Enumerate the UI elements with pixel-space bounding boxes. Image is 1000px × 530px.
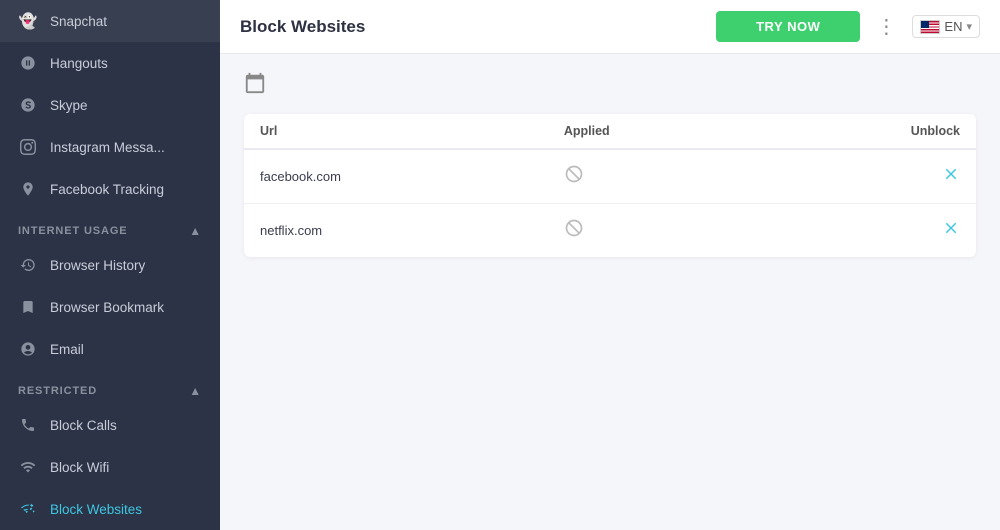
table-row: facebook.com — [244, 149, 976, 204]
sidebar-label-skype: Skype — [50, 98, 88, 113]
restricted-section-header: RESTRICTED ▲ — [0, 374, 220, 404]
unblock-button[interactable] — [942, 222, 960, 241]
chevron-down-icon: ▾ — [966, 20, 972, 33]
restricted-label: RESTRICTED — [18, 385, 97, 397]
sidebar-item-browser-bookmark[interactable]: Browser Bookmark — [0, 286, 220, 328]
sidebar-item-block-calls[interactable]: Block Calls — [0, 404, 220, 446]
sidebar-label-block-websites: Block Websites — [50, 502, 142, 517]
topbar: Block Websites TRY NOW ⋮ EN ▾ — [220, 0, 1000, 54]
page-title: Block Websites — [240, 17, 704, 37]
sidebar-label-snapchat: Snapchat — [50, 14, 107, 29]
internet-usage-section-header: INTERNET USAGE ▲ — [0, 214, 220, 244]
snapchat-icon: 👻 — [18, 11, 38, 31]
main-content: Block Websites TRY NOW ⋮ EN ▾ Url Applie… — [220, 0, 1000, 530]
blocked-websites-table: Url Applied Unblock facebook.comnetflix.… — [244, 114, 976, 257]
sidebar-label-block-wifi: Block Wifi — [50, 460, 109, 475]
sidebar-item-email[interactable]: Email — [0, 328, 220, 370]
content-area: Url Applied Unblock facebook.comnetflix.… — [220, 54, 1000, 530]
more-options-button[interactable]: ⋮ — [872, 14, 900, 39]
unblock-button[interactable] — [942, 168, 960, 187]
sidebar-label-instagram: Instagram Messa... — [50, 140, 165, 155]
email-icon — [18, 339, 38, 359]
sidebar-item-skype[interactable]: Skype — [0, 84, 220, 126]
instagram-icon — [18, 137, 38, 157]
browser-bookmark-icon — [18, 297, 38, 317]
sidebar-label-browser-bookmark: Browser Bookmark — [50, 300, 164, 315]
calendar-icon[interactable] — [244, 77, 266, 99]
sidebar-label-hangouts: Hangouts — [50, 56, 108, 71]
col-unblock-header: Unblock — [757, 114, 976, 149]
calendar-icon-row — [244, 72, 976, 100]
col-url-header: Url — [244, 114, 548, 149]
language-label: EN — [944, 19, 962, 34]
sidebar-item-block-websites[interactable]: Block Websites — [0, 488, 220, 530]
try-now-button[interactable]: TRY NOW — [716, 11, 860, 42]
sidebar-item-snapchat[interactable]: 👻 Snapchat — [0, 0, 220, 42]
sidebar-item-facebook-tracking[interactable]: Facebook Tracking — [0, 168, 220, 210]
facebook-tracking-icon — [18, 179, 38, 199]
language-selector[interactable]: EN ▾ — [912, 15, 980, 38]
table-body: facebook.comnetflix.com — [244, 149, 976, 257]
sidebar-item-instagram[interactable]: Instagram Messa... — [0, 126, 220, 168]
sidebar-label-facebook-tracking: Facebook Tracking — [50, 182, 164, 197]
sidebar-label-browser-history: Browser History — [50, 258, 145, 273]
internet-usage-chevron[interactable]: ▲ — [189, 224, 202, 238]
sidebar-item-hangouts[interactable]: Hangouts — [0, 42, 220, 84]
applied-cell — [548, 204, 757, 258]
browser-history-icon — [18, 255, 38, 275]
internet-usage-label: INTERNET USAGE — [18, 225, 128, 237]
url-cell: netflix.com — [244, 204, 548, 258]
sidebar-item-block-wifi[interactable]: Block Wifi — [0, 446, 220, 488]
skype-icon — [18, 95, 38, 115]
unblock-cell — [757, 149, 976, 204]
applied-cell — [548, 149, 757, 204]
us-flag-icon — [920, 20, 940, 34]
unblock-cell — [757, 204, 976, 258]
col-applied-header: Applied — [548, 114, 757, 149]
block-wifi-icon — [18, 457, 38, 477]
sidebar: 👻 Snapchat Hangouts Skype Instagram Mess… — [0, 0, 220, 530]
block-icon — [564, 223, 584, 242]
block-websites-icon — [18, 499, 38, 519]
table-row: netflix.com — [244, 204, 976, 258]
block-calls-icon — [18, 415, 38, 435]
hangouts-icon — [18, 53, 38, 73]
sidebar-label-email: Email — [50, 342, 84, 357]
sidebar-item-browser-history[interactable]: Browser History — [0, 244, 220, 286]
url-cell: facebook.com — [244, 149, 548, 204]
restricted-chevron[interactable]: ▲ — [189, 384, 202, 398]
sidebar-label-block-calls: Block Calls — [50, 418, 117, 433]
block-icon — [564, 169, 584, 188]
table-header-row: Url Applied Unblock — [244, 114, 976, 149]
